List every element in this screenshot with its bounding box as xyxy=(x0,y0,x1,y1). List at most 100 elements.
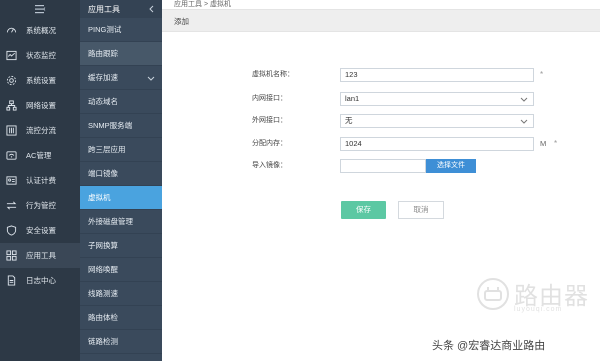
sub-item-layer3[interactable]: 跨三层应用 xyxy=(80,138,162,162)
gear-icon xyxy=(6,75,17,86)
arrows-icon xyxy=(6,201,17,210)
nav-item-label: 行为管控 xyxy=(26,201,56,210)
sub-item-traceroute[interactable]: 路由跟踪 xyxy=(80,42,162,66)
nav-item-label: 系统设置 xyxy=(26,76,56,85)
form-row-image: 导入镜像： 选择文件 xyxy=(162,159,600,173)
vm-name-label: 虚拟机名称： xyxy=(252,71,294,78)
nav-item-ac[interactable]: AC管理 xyxy=(0,143,80,168)
save-button[interactable]: 保存 xyxy=(341,201,386,219)
sub-item-link-check[interactable]: 链路检测 xyxy=(80,330,162,354)
lan-port-select[interactable]: lan1 xyxy=(340,92,534,106)
sub-item-label: 动态域名 xyxy=(88,97,118,106)
nav-item-label: 日志中心 xyxy=(26,276,56,285)
sub-item-label: 虚拟机 xyxy=(88,193,111,202)
nav-item-label: 状态监控 xyxy=(26,51,56,60)
sub-item-snmp[interactable]: SNMP服务端 xyxy=(80,114,162,138)
sub-item-vm[interactable]: 虚拟机 xyxy=(80,186,162,210)
form-row-vm-name: 虚拟机名称： 123 * xyxy=(162,68,600,82)
sub-item-ddns[interactable]: 动态域名 xyxy=(80,90,162,114)
network-icon xyxy=(6,100,17,111)
apps-icon xyxy=(6,250,17,261)
memory-unit: M xyxy=(540,139,547,148)
cancel-button[interactable]: 取消 xyxy=(398,201,444,219)
wan-port-select[interactable]: 无 xyxy=(340,114,534,128)
document-icon xyxy=(7,275,16,286)
nav-item-behavior[interactable]: 行为管控 xyxy=(0,193,80,218)
form-row-wan-port: 外网接口： 无 xyxy=(162,114,600,128)
monitor-icon xyxy=(6,50,17,61)
sub-item-label: 端口镜像 xyxy=(88,169,118,178)
nav-item-label: 认证计费 xyxy=(26,176,56,185)
nav-item-logs[interactable]: 日志中心 xyxy=(0,268,80,293)
sub-item-port-mirror[interactable]: 端口镜像 xyxy=(80,162,162,186)
nav-item-overview[interactable]: 系统概况 xyxy=(0,18,80,43)
nav-item-label: 应用工具 xyxy=(26,251,56,260)
nav-item-label: 安全设置 xyxy=(26,226,56,235)
sub-item-health[interactable]: 路由体检 xyxy=(80,306,162,330)
sub-item-cache[interactable]: 缓存加速 xyxy=(80,66,162,90)
sub-item-label: PING测试 xyxy=(88,25,122,34)
chevron-left-icon[interactable] xyxy=(148,5,156,13)
nav-item-auth-billing[interactable]: 认证计费 xyxy=(0,168,80,193)
nav-item-label: AC管理 xyxy=(26,151,52,160)
lan-port-label: 内网接口： xyxy=(252,95,287,102)
watermark-text: 头条 @宏睿达商业路由 xyxy=(432,340,546,352)
add-tab[interactable]: 添加 xyxy=(174,17,189,26)
id-card-icon xyxy=(6,176,17,185)
image-label: 导入镜像： xyxy=(252,162,287,169)
wifi-icon xyxy=(6,151,17,160)
required-mark: * xyxy=(554,139,558,148)
sub-item-label: 缓存加速 xyxy=(88,73,118,82)
menu-toggle[interactable] xyxy=(0,0,80,18)
nav-item-label: 流控分流 xyxy=(26,126,56,135)
chevron-down-icon xyxy=(520,119,528,124)
nav-item-flow-control[interactable]: 流控分流 xyxy=(0,118,80,143)
sub-item-speedtest[interactable]: 线路测速 xyxy=(80,282,162,306)
flow-icon xyxy=(6,125,17,136)
sub-sidebar-header[interactable]: 应用工具 xyxy=(80,0,162,18)
sub-item-subnet[interactable]: 子网换算 xyxy=(80,234,162,258)
nav-item-label: 系统概况 xyxy=(26,26,56,35)
sub-item-wol[interactable]: 网络唤醒 xyxy=(80,258,162,282)
required-mark: * xyxy=(540,70,544,79)
sub-item-ping[interactable]: PING测试 xyxy=(80,18,162,42)
sub-sidebar-title: 应用工具 xyxy=(88,4,120,14)
hamburger-icon[interactable] xyxy=(34,4,46,14)
memory-label: 分配内存： xyxy=(252,140,287,147)
sub-item-label: 路由跟踪 xyxy=(88,49,118,58)
vm-name-input[interactable]: 123 xyxy=(340,68,534,82)
nav-item-security[interactable]: 安全设置 xyxy=(0,218,80,243)
wan-port-value: 无 xyxy=(345,116,353,125)
sub-item-label: 链路检测 xyxy=(88,337,118,346)
router-logo-watermark: 路由器 luyouqi.com xyxy=(476,276,589,313)
nav-item-label: 网络设置 xyxy=(26,101,56,110)
sub-item-label: 子网换算 xyxy=(88,241,118,250)
nav-item-system-settings[interactable]: 系统设置 xyxy=(0,68,80,93)
chevron-down-icon xyxy=(520,97,528,102)
breadcrumb: 应用工具 > 虚拟机 xyxy=(162,0,600,9)
lan-port-value: lan1 xyxy=(345,94,360,103)
form-row-memory: 分配内存： 1024 M * xyxy=(162,137,600,151)
main-sidebar: 系统概况 状态监控 系统设置 网络设置 流控分流 AC管理 认证计费 行为管控 … xyxy=(0,0,80,361)
choose-file-button[interactable]: 选择文件 xyxy=(426,159,476,173)
sub-item-label: 网络唤醒 xyxy=(88,265,118,274)
router-logo-icon xyxy=(477,277,509,310)
memory-input[interactable]: 1024 xyxy=(340,137,534,151)
chevron-down-icon xyxy=(147,76,155,81)
sub-item-label: 跨三层应用 xyxy=(88,145,126,154)
nav-item-network[interactable]: 网络设置 xyxy=(0,93,80,118)
image-file-path[interactable] xyxy=(340,159,426,173)
sub-item-label: 外接磁盘管理 xyxy=(88,217,133,226)
sub-item-disk[interactable]: 外接磁盘管理 xyxy=(80,210,162,234)
sub-sidebar: 应用工具 PING测试 路由跟踪 缓存加速 动态域名 SNMP服务端 跨三层应用… xyxy=(80,0,162,361)
sub-item-label: 线路测速 xyxy=(88,289,118,298)
router-logo-subtext: luyouqi.com xyxy=(514,306,563,313)
form-row-lan-port: 内网接口： lan1 xyxy=(162,92,600,106)
dashboard-icon xyxy=(6,27,17,33)
shield-icon xyxy=(6,225,17,236)
nav-item-monitor[interactable]: 状态监控 xyxy=(0,43,80,68)
sub-item-label: 路由体检 xyxy=(88,313,118,322)
wan-port-label: 外网接口： xyxy=(252,117,287,124)
toolbar: 添加 xyxy=(162,9,600,32)
nav-item-app-tools[interactable]: 应用工具 xyxy=(0,243,80,268)
